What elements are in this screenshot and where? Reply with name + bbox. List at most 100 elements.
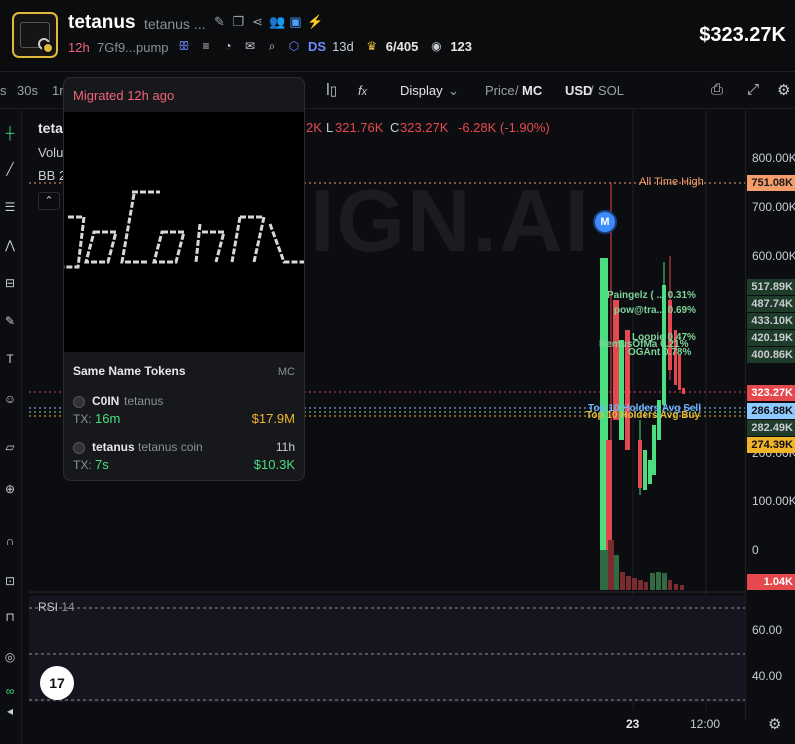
text-icon[interactable]: T <box>2 352 18 368</box>
eye-icon[interactable]: ◎ <box>2 650 18 666</box>
magnet-icon[interactable]: ∩ <box>2 534 18 550</box>
bolt-icon[interactable]: ⚡ <box>307 14 323 30</box>
token-logo[interactable] <box>12 12 58 58</box>
token-banner-image <box>64 112 304 352</box>
timeframe-s[interactable]: s <box>0 83 7 98</box>
y-tick: 40.00 <box>752 669 783 683</box>
token-name[interactable]: C0IN <box>92 394 119 408</box>
eye-icon: ◉ <box>431 39 442 53</box>
volume-legend: Volu <box>38 145 64 160</box>
users-icon[interactable]: 👥 <box>269 14 285 30</box>
ruler-icon[interactable]: ▱ <box>2 440 18 456</box>
viewers-count: 123 <box>450 38 473 54</box>
dev-holders-icon[interactable]: ꕥ <box>176 38 192 54</box>
token-subname: tetanus ... <box>144 16 206 32</box>
migration-marker[interactable]: M <box>593 210 617 234</box>
timeframe-30s[interactable]: 30s <box>17 83 38 98</box>
token-mc: $10.3K <box>253 457 295 472</box>
holder-annotation[interactable]: Paingelz ( ... 0.31% <box>607 290 696 301</box>
y-tick: 800.00K <box>752 151 795 165</box>
camera-icon[interactable]: ⎙ <box>711 81 723 98</box>
token-avatar <box>73 396 85 408</box>
mc-toggle[interactable]: MC <box>522 83 542 98</box>
tradingview-logo[interactable]: 17 <box>40 666 74 700</box>
token-header: tetanus tetanus ... ✎ ❐ ⋖ 👥 ▣ ⚡ 12h 7Gf9… <box>0 0 795 72</box>
price-toggle[interactable]: Price <box>485 83 515 98</box>
sol-toggle[interactable]: SOL <box>598 83 624 98</box>
token-mc: $17.9M <box>251 411 295 426</box>
y-tick: 100.00K <box>752 494 795 508</box>
link-icon[interactable]: ∞ <box>2 684 18 700</box>
token-age: 12h <box>68 40 90 55</box>
pattern-icon[interactable]: ⋀ <box>2 238 18 254</box>
drawing-toolbar: ┼ ╱ ☰ ⋀ ⊟ ✎ T ☺ ▱ ⊕ ∩ ⊡ ⊓ ◎ ∞ ◂ <box>0 110 22 744</box>
token-subname: tetanus coin <box>138 440 203 454</box>
twitter-icon[interactable]: ▣ <box>288 14 303 30</box>
bollinger-legend: BB 2 <box>38 168 67 183</box>
rsi-label: RSI <box>38 600 59 614</box>
ohlc-close-value: 323.27K <box>400 120 449 135</box>
holder-annotation[interactable]: pow@tra... 0.69% <box>614 305 696 316</box>
token-address[interactable]: 7Gf9...pump <box>97 40 169 55</box>
display-dropdown[interactable]: Display <box>400 83 443 98</box>
chart-settings-icon[interactable]: ⚙ <box>768 715 781 733</box>
zoom-icon[interactable]: ⊕ <box>2 482 18 498</box>
ohlc-close-label: C <box>390 120 400 135</box>
tx-value: 7s <box>95 457 109 472</box>
collapse-legend-button[interactable]: ⌃ <box>38 192 60 210</box>
collapse-icon[interactable]: ◂ <box>2 704 18 720</box>
holder-annotation[interactable]: OGAnt 0.78% <box>628 347 691 358</box>
projection-icon[interactable]: ⊟ <box>2 276 18 292</box>
token-meta-row: ꕥ ≡ ◔ ✉ ⌕ ⬡ DS 13d ♛ 6/405 ◉ 123 <box>176 38 472 54</box>
mc-column-label: MC <box>277 366 295 378</box>
banner-artwork <box>64 190 304 269</box>
lock-icon[interactable]: ⊡ <box>2 574 18 590</box>
rsi-pane[interactable] <box>29 596 745 702</box>
price-badge-current: 323.27K <box>747 385 795 401</box>
fullscreen-icon[interactable]: ⤢ <box>747 81 759 98</box>
price-badge: 517.89K <box>747 279 795 295</box>
usd-toggle[interactable]: USD <box>565 83 592 98</box>
candle-type-icon[interactable]: ꟾ▯ <box>326 83 337 99</box>
settings-icon[interactable]: ⚙ <box>777 81 790 99</box>
fib-icon[interactable]: ☰ <box>2 200 18 216</box>
shield-icon[interactable]: ⬡ <box>286 38 302 54</box>
chat-icon[interactable]: ✉ <box>242 38 258 54</box>
price-badge: 400.86K <box>747 347 795 363</box>
emoji-icon[interactable]: ☺ <box>2 392 18 408</box>
search-icon[interactable]: ⌕ <box>264 38 280 54</box>
brush-icon[interactable]: ✎ <box>2 314 18 330</box>
chart-watermark: IGN.AI <box>310 171 591 270</box>
lock-drawings-icon[interactable]: ⊓ <box>2 610 18 626</box>
app-root: tetanus tetanus ... ✎ ❐ ⋖ 👥 ▣ ⚡ 12h 7Gf9… <box>0 0 795 744</box>
price-badge: 420.19K <box>747 330 795 346</box>
ohlc-low-label: L <box>326 120 334 135</box>
copy-icon[interactable]: ❐ <box>231 14 246 30</box>
token-subname: tetanus <box>124 394 164 408</box>
ohlc-change: -6.28K (-1.90%) <box>458 120 550 135</box>
crosshair-icon[interactable]: ┼ <box>2 126 18 142</box>
token-tx: TX: 16m <box>73 411 120 426</box>
time-label-date: 23 <box>626 717 640 731</box>
y-tick: 0 <box>752 543 759 557</box>
current-price: $323.27K <box>699 24 786 46</box>
list-icon[interactable]: ≡ <box>198 38 214 54</box>
token-name: tetanus <box>68 12 136 33</box>
popover-title: Migrated 12h ago <box>73 88 175 103</box>
tx-label: TX: <box>73 458 92 472</box>
dex-screener-label[interactable]: DS <box>308 39 326 54</box>
price-badge-avg-buy: 274.39K <box>747 437 795 453</box>
dex-screener-value: 13d <box>332 38 354 54</box>
timeframe-1m[interactable]: 1r <box>52 83 64 98</box>
crown-icon: ♛ <box>366 39 378 53</box>
clock-icon[interactable]: ◔ <box>220 38 236 54</box>
top-holders-avg-buy-label: Top 10 Holders Avg Buy <box>586 410 701 421</box>
token-name[interactable]: tetanus <box>92 440 135 454</box>
token-avatar <box>73 442 85 454</box>
trendline-icon[interactable]: ╱ <box>2 162 18 178</box>
share-icon[interactable]: ⋖ <box>250 14 265 30</box>
y-tick: 700.00K <box>752 200 795 214</box>
edit-icon[interactable]: ✎ <box>212 14 227 30</box>
indicators-icon[interactable]: fx <box>358 83 367 98</box>
same-name-tokens-heading: Same Name Tokens <box>73 364 186 378</box>
